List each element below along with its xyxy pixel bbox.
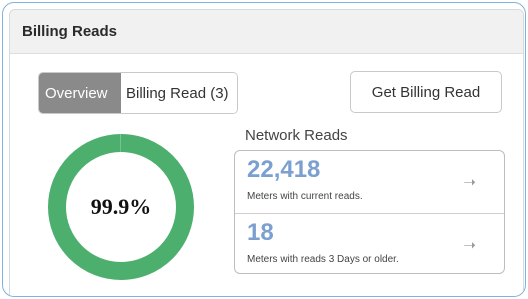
network-reads-box: 22,418 Meters with current reads. ➝ 18 M… [234, 150, 505, 274]
old-reads-row[interactable]: 18 Meters with reads 3 Days or older. ➝ [235, 213, 504, 273]
old-reads-description: Meters with reads 3 Days or older. [247, 254, 399, 265]
panel-title: Billing Reads [22, 23, 118, 40]
window-frame: Billing Reads Overview Billing Read (3) … [2, 2, 526, 297]
donut-percentage: 99.9% [90, 194, 152, 219]
network-reads-title: Network Reads [245, 127, 348, 144]
panel-header: Billing Reads [10, 10, 523, 54]
arrow-right-icon[interactable]: ➝ [463, 236, 476, 254]
current-reads-description: Meters with current reads. [247, 191, 363, 202]
get-billing-read-button[interactable]: Get Billing Read [350, 71, 502, 113]
billing-reads-panel: Billing Reads Overview Billing Read (3) … [9, 9, 524, 296]
arrow-right-icon[interactable]: ➝ [463, 173, 476, 191]
current-reads-row[interactable]: 22,418 Meters with current reads. ➝ [235, 151, 504, 213]
view-toggle: Overview Billing Read (3) [38, 72, 238, 114]
overview-tab[interactable]: Overview [39, 73, 121, 113]
billing-read-tab[interactable]: Billing Read (3) [121, 73, 237, 113]
